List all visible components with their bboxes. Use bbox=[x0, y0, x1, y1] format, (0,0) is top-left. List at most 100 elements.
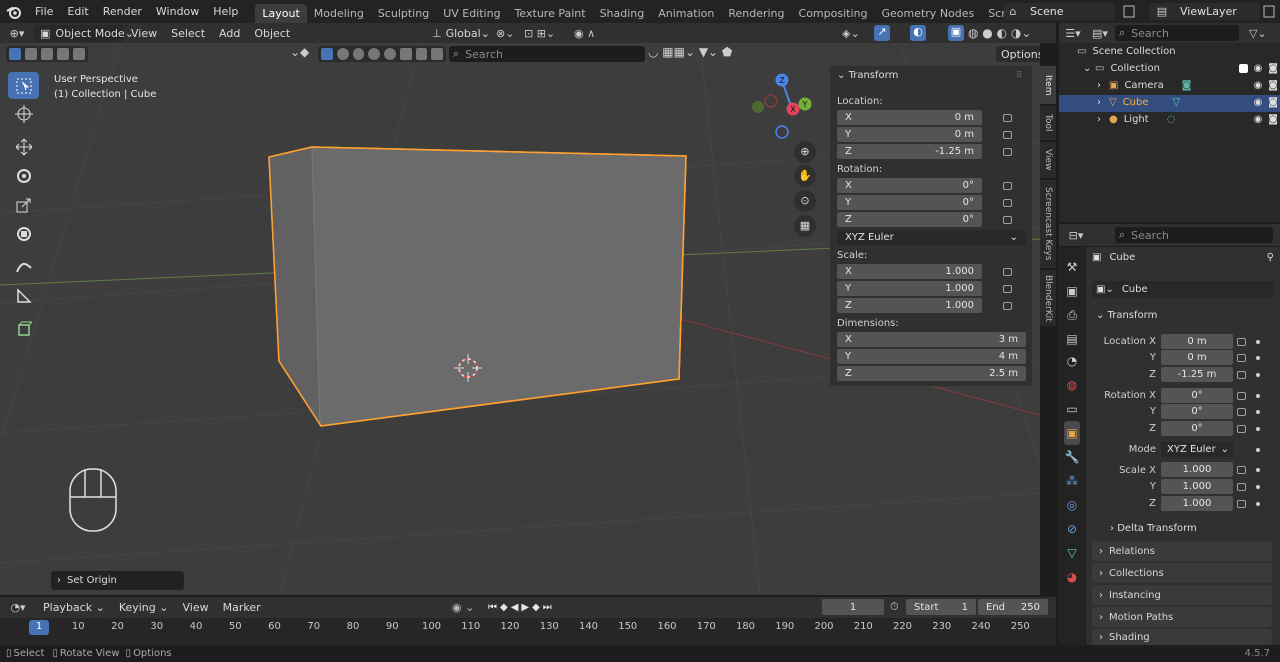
display-mode-icon[interactable]: ▤▾ bbox=[1087, 27, 1113, 40]
physics-icon[interactable]: ◎ bbox=[1064, 493, 1080, 517]
object-name-field[interactable]: ▣⌄ Cube bbox=[1092, 281, 1274, 298]
move-tool-button[interactable] bbox=[8, 133, 39, 160]
props-location-x-field[interactable]: 0 m bbox=[1161, 334, 1233, 349]
section-motion-paths[interactable]: › Motion Paths bbox=[1092, 607, 1272, 627]
keyframe-dot-icon[interactable] bbox=[1256, 340, 1260, 344]
visibility-icon[interactable]: ◈⌄ bbox=[842, 27, 860, 40]
keyframe-dot-icon[interactable] bbox=[1256, 427, 1260, 431]
pin-icon[interactable]: ⚲ bbox=[1267, 252, 1274, 263]
rotation-z-field[interactable]: Z 0° bbox=[837, 212, 982, 227]
keyframe-dot-icon[interactable] bbox=[1256, 394, 1260, 398]
rotation-x-field[interactable]: X 0° bbox=[837, 178, 982, 193]
viewport-search-input[interactable]: ⌕ Search bbox=[449, 46, 645, 62]
editor-type-icon[interactable]: ☰▾ bbox=[1059, 27, 1087, 40]
menu-file[interactable]: File bbox=[28, 0, 60, 23]
eye-icon[interactable]: ◉ bbox=[1254, 97, 1263, 108]
lock-icon[interactable] bbox=[1003, 268, 1012, 276]
options-dropdown[interactable]: Options ⌄ bbox=[996, 46, 1040, 62]
location-z-field[interactable]: Z -1.25 m bbox=[837, 144, 982, 159]
view-layer-new-icon[interactable] bbox=[1262, 3, 1278, 20]
side-tab-blenderkit[interactable]: BlenderKit bbox=[1040, 270, 1056, 326]
record-icon[interactable]: ◉ ⌄ bbox=[452, 601, 474, 614]
keyframe-dot-icon[interactable] bbox=[1256, 448, 1260, 452]
props-location-z-field[interactable]: -1.25 m bbox=[1161, 367, 1233, 382]
keyframe-dot-icon[interactable] bbox=[1256, 502, 1260, 506]
lock-icon[interactable] bbox=[1003, 148, 1012, 156]
zoom-icon[interactable]: ⊕ bbox=[794, 141, 816, 163]
object-tab-icon[interactable]: ▣ bbox=[1064, 421, 1080, 445]
tab-uv-editing[interactable]: UV Editing bbox=[436, 4, 507, 23]
render-icon[interactable]: ▣ bbox=[1064, 279, 1080, 303]
end-frame-field[interactable]: End 250 bbox=[978, 599, 1048, 615]
editor-type-icon[interactable]: ◔▾ bbox=[0, 601, 36, 614]
object-type-filter-icon[interactable]: ⌄◆ bbox=[290, 45, 309, 59]
section-collections[interactable]: › Collections bbox=[1092, 563, 1272, 583]
lock-icon[interactable] bbox=[1237, 371, 1246, 379]
particles-icon[interactable]: ⁂ bbox=[1064, 469, 1080, 493]
rotate-tool-button[interactable] bbox=[8, 162, 39, 189]
tab-rendering[interactable]: Rendering bbox=[721, 4, 791, 23]
overlays-toggle-icon[interactable]: ◐ bbox=[910, 25, 926, 41]
side-tab-screencast-keys[interactable]: Screencast Keys bbox=[1040, 180, 1056, 268]
eye-icon[interactable]: ◉ bbox=[1254, 80, 1263, 91]
header-menu-add[interactable]: Add bbox=[212, 22, 247, 45]
scale-tool-button[interactable] bbox=[8, 191, 39, 218]
select-box-modes-icon[interactable] bbox=[6, 46, 88, 62]
scene-new-icon[interactable] bbox=[1118, 3, 1144, 20]
eye-icon[interactable]: ◉ bbox=[1254, 114, 1263, 125]
viewport-extra-icons[interactable]: ◡ ▦▦⌄ ▼⌄ ⬟ bbox=[648, 45, 732, 59]
output-icon[interactable]: ⎙ bbox=[1064, 303, 1080, 327]
stopwatch-icon[interactable]: ⏱ bbox=[890, 600, 899, 614]
props-scale-y-field[interactable]: 1.000 bbox=[1161, 479, 1233, 494]
tab-geometry-nodes[interactable]: Geometry Nodes bbox=[874, 4, 981, 23]
keyframe-dot-icon[interactable] bbox=[1256, 356, 1260, 360]
scale-y-field[interactable]: Y 1.000 bbox=[837, 281, 982, 296]
cursor-tool-button[interactable] bbox=[8, 100, 39, 127]
tab-layout[interactable]: Layout bbox=[255, 4, 307, 23]
scene-icon[interactable]: ◔ bbox=[1064, 349, 1080, 373]
rotation-y-field[interactable]: Y 0° bbox=[837, 195, 982, 210]
current-frame-field[interactable]: 1 bbox=[822, 599, 884, 615]
lock-icon[interactable] bbox=[1237, 338, 1246, 346]
props-rotation-z-field[interactable]: 0° bbox=[1161, 421, 1233, 436]
dimensions-y-field[interactable]: Y 4 m bbox=[837, 349, 1026, 364]
section-relations[interactable]: › Relations bbox=[1092, 541, 1272, 561]
transform-tool-button[interactable] bbox=[8, 220, 39, 247]
last-operator-panel[interactable]: › Set Origin bbox=[51, 571, 184, 590]
scene-selector[interactable]: ⌂ Scene bbox=[1004, 3, 1114, 20]
measure-tool-button[interactable] bbox=[8, 282, 39, 309]
view-layer-icon[interactable]: ▤ bbox=[1064, 327, 1080, 351]
header-menu-select[interactable]: Select bbox=[164, 22, 212, 45]
keyframe-dot-icon[interactable] bbox=[1256, 485, 1260, 489]
lock-icon[interactable] bbox=[1237, 500, 1246, 508]
shading-modes-icon[interactable]: ◍ ● ◐ ◑⌄ bbox=[968, 26, 1031, 40]
timeline-playback-menu[interactable]: Playback ⌄ bbox=[36, 596, 112, 619]
eye-icon[interactable]: ◉ bbox=[1254, 63, 1263, 74]
lock-icon[interactable] bbox=[1237, 466, 1246, 474]
lock-icon[interactable] bbox=[1003, 131, 1012, 139]
props-scale-z-field[interactable]: 1.000 bbox=[1161, 496, 1233, 511]
proportional-edit-icon[interactable]: ◉ ∧ bbox=[574, 27, 595, 40]
menu-render[interactable]: Render bbox=[96, 0, 149, 23]
tab-modeling[interactable]: Modeling bbox=[307, 4, 371, 23]
blender-logo-icon[interactable] bbox=[0, 5, 28, 19]
props-mode-dropdown[interactable]: XYZ Euler ⌄ bbox=[1161, 442, 1233, 457]
side-tab-view[interactable]: View bbox=[1040, 142, 1056, 178]
collection-row[interactable]: ⌄ ▭ Collection ◉ ◙ bbox=[1083, 63, 1278, 74]
lock-icon[interactable] bbox=[1003, 199, 1012, 207]
menu-help[interactable]: Help bbox=[206, 0, 245, 23]
data-icon[interactable]: ▽ bbox=[1064, 541, 1080, 565]
select-tool-button[interactable] bbox=[8, 72, 39, 99]
lock-icon[interactable] bbox=[1237, 408, 1246, 416]
keyframe-dot-icon[interactable] bbox=[1256, 373, 1260, 377]
world-icon[interactable]: ◍ bbox=[1064, 373, 1080, 397]
section-shading[interactable]: › Shading bbox=[1092, 629, 1272, 645]
pivot-icon[interactable]: ⊗⌄ bbox=[496, 27, 514, 40]
outliner-item-camera[interactable]: › ▣ Camera ◙ ◉ ◙ bbox=[1097, 80, 1278, 91]
view-layer-selector[interactable]: ▤ ViewLayer bbox=[1150, 3, 1260, 20]
tab-animation[interactable]: Animation bbox=[651, 4, 721, 23]
timeline-view-menu[interactable]: View bbox=[175, 596, 215, 619]
location-y-field[interactable]: Y 0 m bbox=[837, 127, 982, 142]
playback-controls[interactable]: ⏮◆◀▶◆⏭ bbox=[488, 602, 555, 613]
props-rotation-y-field[interactable]: 0° bbox=[1161, 404, 1233, 419]
